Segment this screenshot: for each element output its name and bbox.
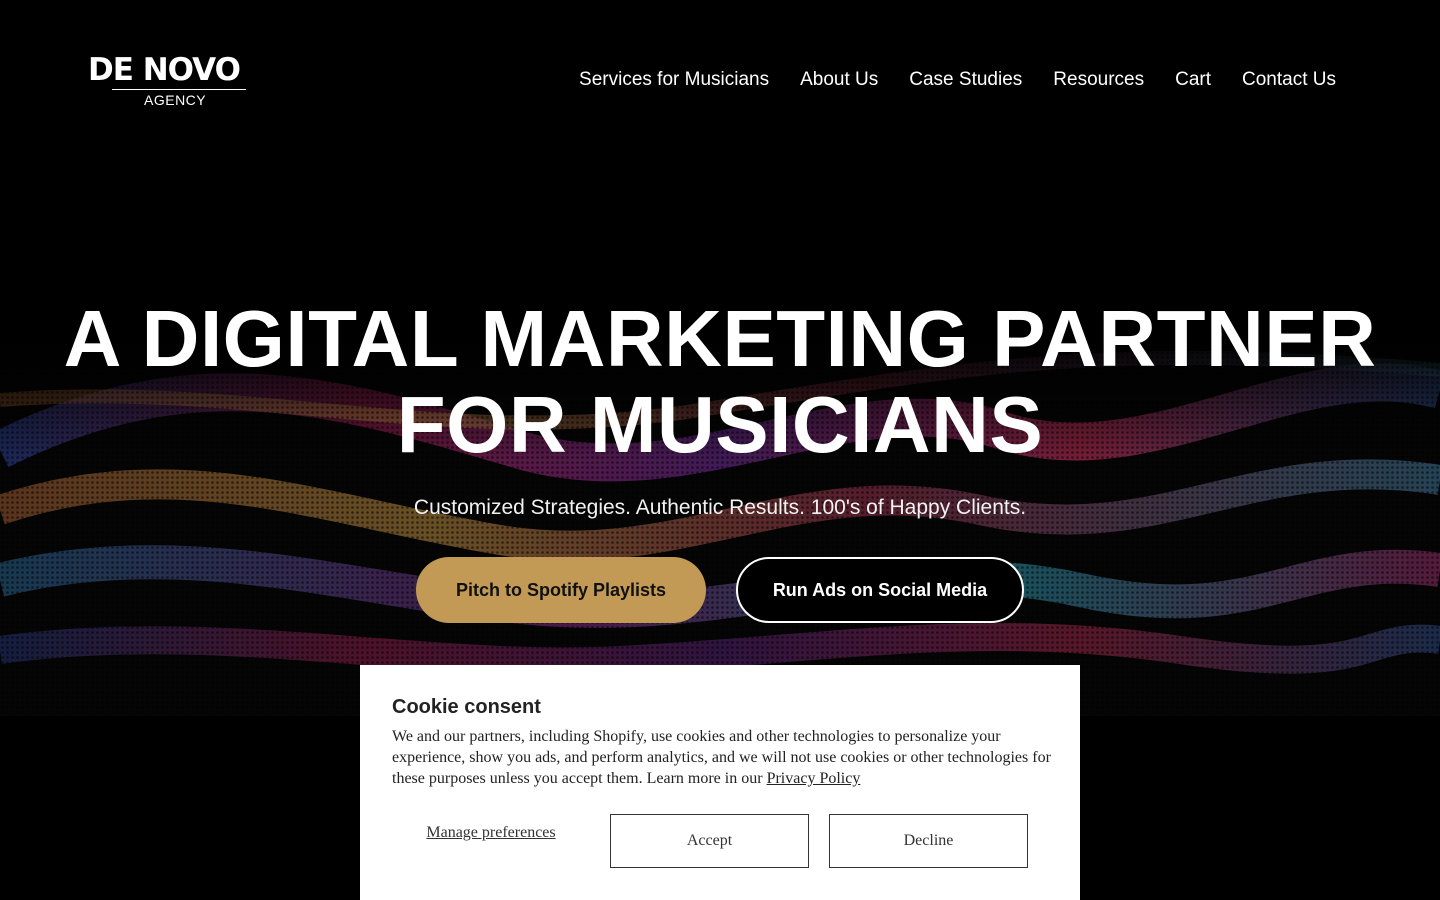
site-header: DE NOVO AGENCY Services for Musicians Ab… bbox=[0, 0, 1440, 150]
cookie-consent-banner: Cookie consent We and our partners, incl… bbox=[360, 665, 1080, 900]
nav-case-studies[interactable]: Case Studies bbox=[909, 67, 1022, 93]
cookie-title: Cookie consent bbox=[392, 696, 541, 718]
cookie-body: We and our partners, including Shopify, … bbox=[392, 728, 1051, 787]
hero-headline: A DIGITAL MARKETING PARTNER FOR MUSICIAN… bbox=[0, 296, 1440, 468]
pitch-spotify-button[interactable]: Pitch to Spotify Playlists bbox=[416, 557, 706, 623]
cookie-text: We and our partners, including Shopify, … bbox=[392, 726, 1052, 789]
main-nav: Services for Musicians About Us Case Stu… bbox=[548, 67, 1336, 93]
run-ads-button[interactable]: Run Ads on Social Media bbox=[736, 557, 1024, 623]
privacy-policy-link[interactable]: Privacy Policy bbox=[767, 770, 861, 787]
hero-subline: Customized Strategies. Authentic Results… bbox=[413, 496, 1027, 519]
nav-contact[interactable]: Contact Us bbox=[1242, 67, 1336, 93]
nav-about[interactable]: About Us bbox=[800, 67, 878, 93]
logo-wordmark: DE NOVO bbox=[88, 52, 241, 88]
decline-button[interactable]: Decline bbox=[829, 814, 1028, 868]
hero-headline-line2: FOR MUSICIANS bbox=[396, 380, 1044, 469]
nav-services[interactable]: Services for Musicians bbox=[579, 67, 769, 93]
logo-subtitle: AGENCY bbox=[144, 92, 207, 108]
nav-cart[interactable]: Cart bbox=[1175, 67, 1211, 93]
accept-button[interactable]: Accept bbox=[610, 814, 809, 868]
logo-divider bbox=[112, 89, 246, 90]
logo[interactable]: DE NOVO AGENCY bbox=[88, 54, 280, 110]
hero-headline-line1: A DIGITAL MARKETING PARTNER bbox=[63, 294, 1377, 383]
nav-resources[interactable]: Resources bbox=[1053, 67, 1144, 93]
manage-preferences-link[interactable]: Manage preferences bbox=[420, 823, 562, 842]
